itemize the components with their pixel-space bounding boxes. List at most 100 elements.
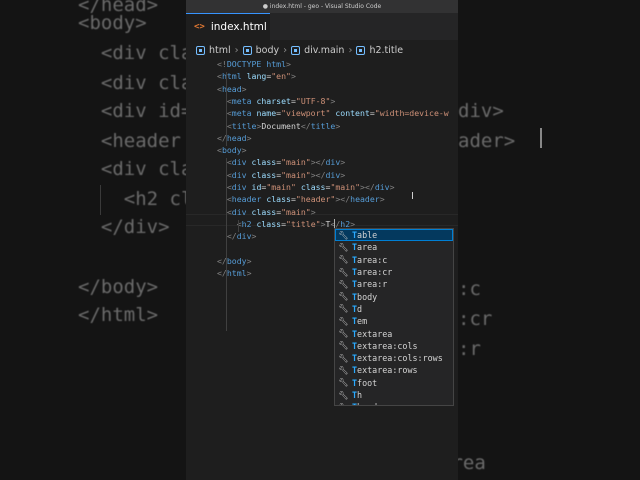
element-icon <box>196 45 205 55</box>
bg-indent-guide <box>100 185 101 215</box>
wrench-icon: 🔧︎ <box>338 304 349 314</box>
bg-line: <body> <box>78 12 147 34</box>
suggestion-label: Tbody <box>352 291 378 302</box>
code-line: <meta name="viewport" content="width=dev… <box>226 108 449 119</box>
wrench-icon: 🔧︎ <box>337 403 350 405</box>
code-line: <html lang="en"> <box>217 71 296 82</box>
suggestion-label: Textarea:cols:rows <box>352 353 443 364</box>
suggestion-item[interactable]: 🔧︎ Tarea:cr <box>335 266 453 278</box>
code-line: </html> <box>217 268 252 279</box>
breadcrumb-item-body[interactable]: body <box>242 44 280 56</box>
code-line: <title>Document</title> <box>226 120 341 131</box>
code-line: <div class="main"> <box>226 206 316 217</box>
suggestion-item[interactable]: 🔧︎ Tarea:r <box>335 278 453 290</box>
wrench-icon: 🔧︎ <box>338 353 349 363</box>
suggestion-item[interactable]: 🔧︎ Tarea <box>335 241 453 253</box>
wrench-icon: 🔧︎ <box>338 378 349 388</box>
wrench-icon: 🔧︎ <box>338 341 349 351</box>
code-line: </head> <box>217 132 252 143</box>
breadcrumb-item-html[interactable]: html <box>196 45 231 56</box>
code-line: <body> <box>217 145 247 156</box>
code-line: <head> <box>217 83 247 94</box>
bg-line: <header <box>78 130 181 152</box>
element-icon <box>356 45 366 55</box>
suggestion-label: Tarea:r <box>352 279 388 290</box>
html-file-icon: <> <box>194 22 205 32</box>
element-icon <box>242 45 252 55</box>
bg-fragment: ader> <box>458 130 516 152</box>
suggestion-item[interactable]: 🔧︎ Tbody <box>335 290 453 302</box>
indent-guide <box>238 219 239 233</box>
wrench-icon: 🔧︎ <box>338 279 349 289</box>
suggestion-item[interactable]: 🔧︎ Tfoot <box>335 377 453 389</box>
wrench-icon: 🔧︎ <box>338 390 349 400</box>
suggestion-label: Table <box>352 230 378 241</box>
suggestion-label: Tfoot <box>352 377 378 388</box>
bg-fragment: div> <box>458 100 504 122</box>
bg-line: </body> <box>78 276 159 298</box>
suggestion-label: Textarea:rows <box>352 365 418 376</box>
chevron-right-icon: › <box>283 44 288 56</box>
indent-guide <box>226 158 227 331</box>
suggestion-item[interactable]: 🔧︎ Tem <box>335 315 453 327</box>
bg-line: <div id= <box>78 100 193 122</box>
suggestion-label: Textarea <box>352 328 393 339</box>
code-line: <!DOCTYPE html> <box>217 59 291 69</box>
suggestion-label: Tarea:cr <box>352 267 393 278</box>
suggestion-item[interactable]: 🔧︎ Textarea:cols:rows <box>335 352 453 364</box>
wrench-icon: 🔧︎ <box>338 292 349 302</box>
code-line: <div class="main"></div> <box>226 169 346 180</box>
suggestion-item[interactable]: 🔧︎ Th <box>335 389 453 401</box>
wrench-icon: 🔧︎ <box>338 267 349 277</box>
suggestion-label: Th <box>352 390 363 400</box>
bg-fragment: :r <box>458 338 481 360</box>
suggestion-label: Textarea:cols <box>352 340 418 351</box>
code-line: <header class="header"></header> <box>226 194 385 205</box>
suggestion-label: Td <box>352 303 363 314</box>
suggestion-item[interactable]: 🔧︎ Textarea:rows <box>335 364 453 376</box>
bg-line: </div> <box>78 216 170 238</box>
code-line: </body> <box>217 255 252 266</box>
breadcrumb-label: div.main <box>304 44 345 56</box>
chevron-right-icon: › <box>348 44 353 56</box>
chevron-right-icon: › <box>234 44 239 56</box>
bg-fragment: :c <box>458 278 481 300</box>
suggestion-label: Tarea:c <box>352 254 388 265</box>
tab-label: index.html <box>210 21 267 33</box>
breadcrumb-label: body <box>255 44 280 56</box>
tab-index-html[interactable]: <> index.html <box>186 13 270 40</box>
wrench-icon: 🔧︎ <box>338 242 349 252</box>
suggestion-item[interactable]: 🔧︎Thead <box>335 401 453 405</box>
wrench-icon: 🔧︎ <box>338 316 349 326</box>
suggestion-item[interactable]: 🔧︎ Table <box>335 229 453 242</box>
wrench-icon: 🔧︎ <box>338 255 349 265</box>
breadcrumb-item-div-main[interactable]: div.main <box>291 45 344 56</box>
bg-line: <div cla <box>78 42 193 64</box>
bg-text-cursor <box>540 128 542 148</box>
breadcrumb-item-h2-title[interactable]: h2.title <box>356 45 403 56</box>
bg-line: <div cla <box>78 72 193 94</box>
breadcrumb-label: html <box>209 44 231 56</box>
autocomplete-suggestions[interactable]: 🔧︎ Table 🔧︎ Tarea 🔧︎ Tarea:c 🔧︎ Tarea:cr 🔧︎ Tarea… <box>334 228 454 406</box>
code-line: <div id="main" class="main"></div> <box>226 182 395 192</box>
window-title: ● index.html - geo - Visual Studio Code <box>186 0 458 13</box>
breadcrumb-label: h2.title <box>369 44 404 56</box>
suggestion-label: Thead <box>352 402 377 405</box>
mouse-ibeam-cursor: I <box>411 191 414 202</box>
breadcrumb: html › body › div.main › h2.title <box>186 41 458 59</box>
code-line: </div> <box>226 231 257 242</box>
bg-fragment: :cr <box>458 308 493 330</box>
code-line: <div class="main"></div> <box>226 157 346 168</box>
indent-guide <box>226 72 227 147</box>
suggestion-item[interactable]: 🔧︎ Tarea:c <box>335 254 453 266</box>
suggestion-item[interactable]: 🔧︎ Textarea:cols <box>335 340 453 352</box>
wrench-icon: 🔧︎ <box>338 329 349 339</box>
tab-bar: <> index.html <box>186 13 458 41</box>
suggestion-item[interactable]: 🔧︎ Textarea <box>335 327 453 339</box>
suggestion-item[interactable]: 🔧︎ Td <box>335 303 453 315</box>
bg-line: <h2 cl <box>78 188 193 210</box>
wrench-icon: 🔧︎ <box>338 230 349 240</box>
element-icon <box>291 45 301 55</box>
code-line: <meta charset="UTF-8"> <box>226 95 336 106</box>
suggestion-label: Tarea <box>352 242 378 253</box>
